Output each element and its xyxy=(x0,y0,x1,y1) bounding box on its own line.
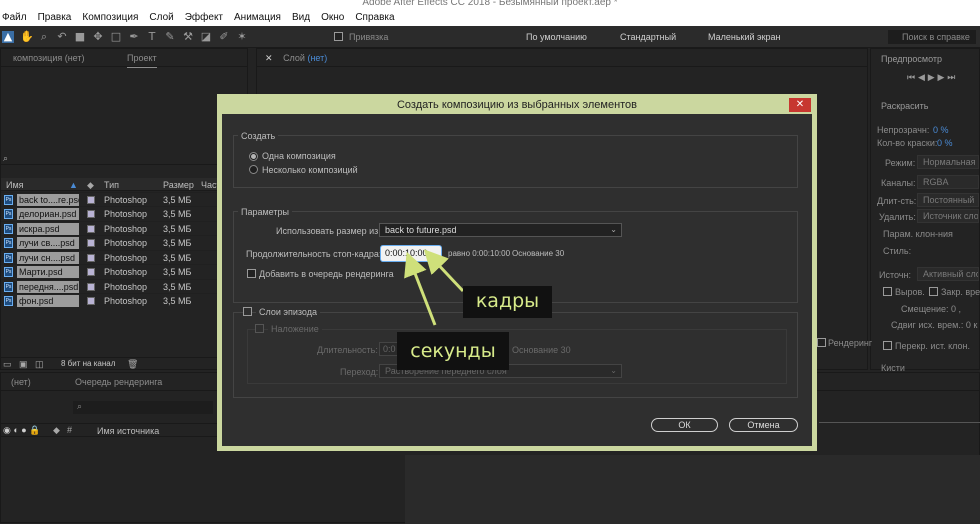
annotation-arrows xyxy=(404,249,465,326)
seconds-arrow xyxy=(404,251,437,326)
seconds-callout: секунды xyxy=(397,332,509,370)
frames-callout: кадры xyxy=(463,286,552,318)
frames-arrow xyxy=(423,249,465,293)
